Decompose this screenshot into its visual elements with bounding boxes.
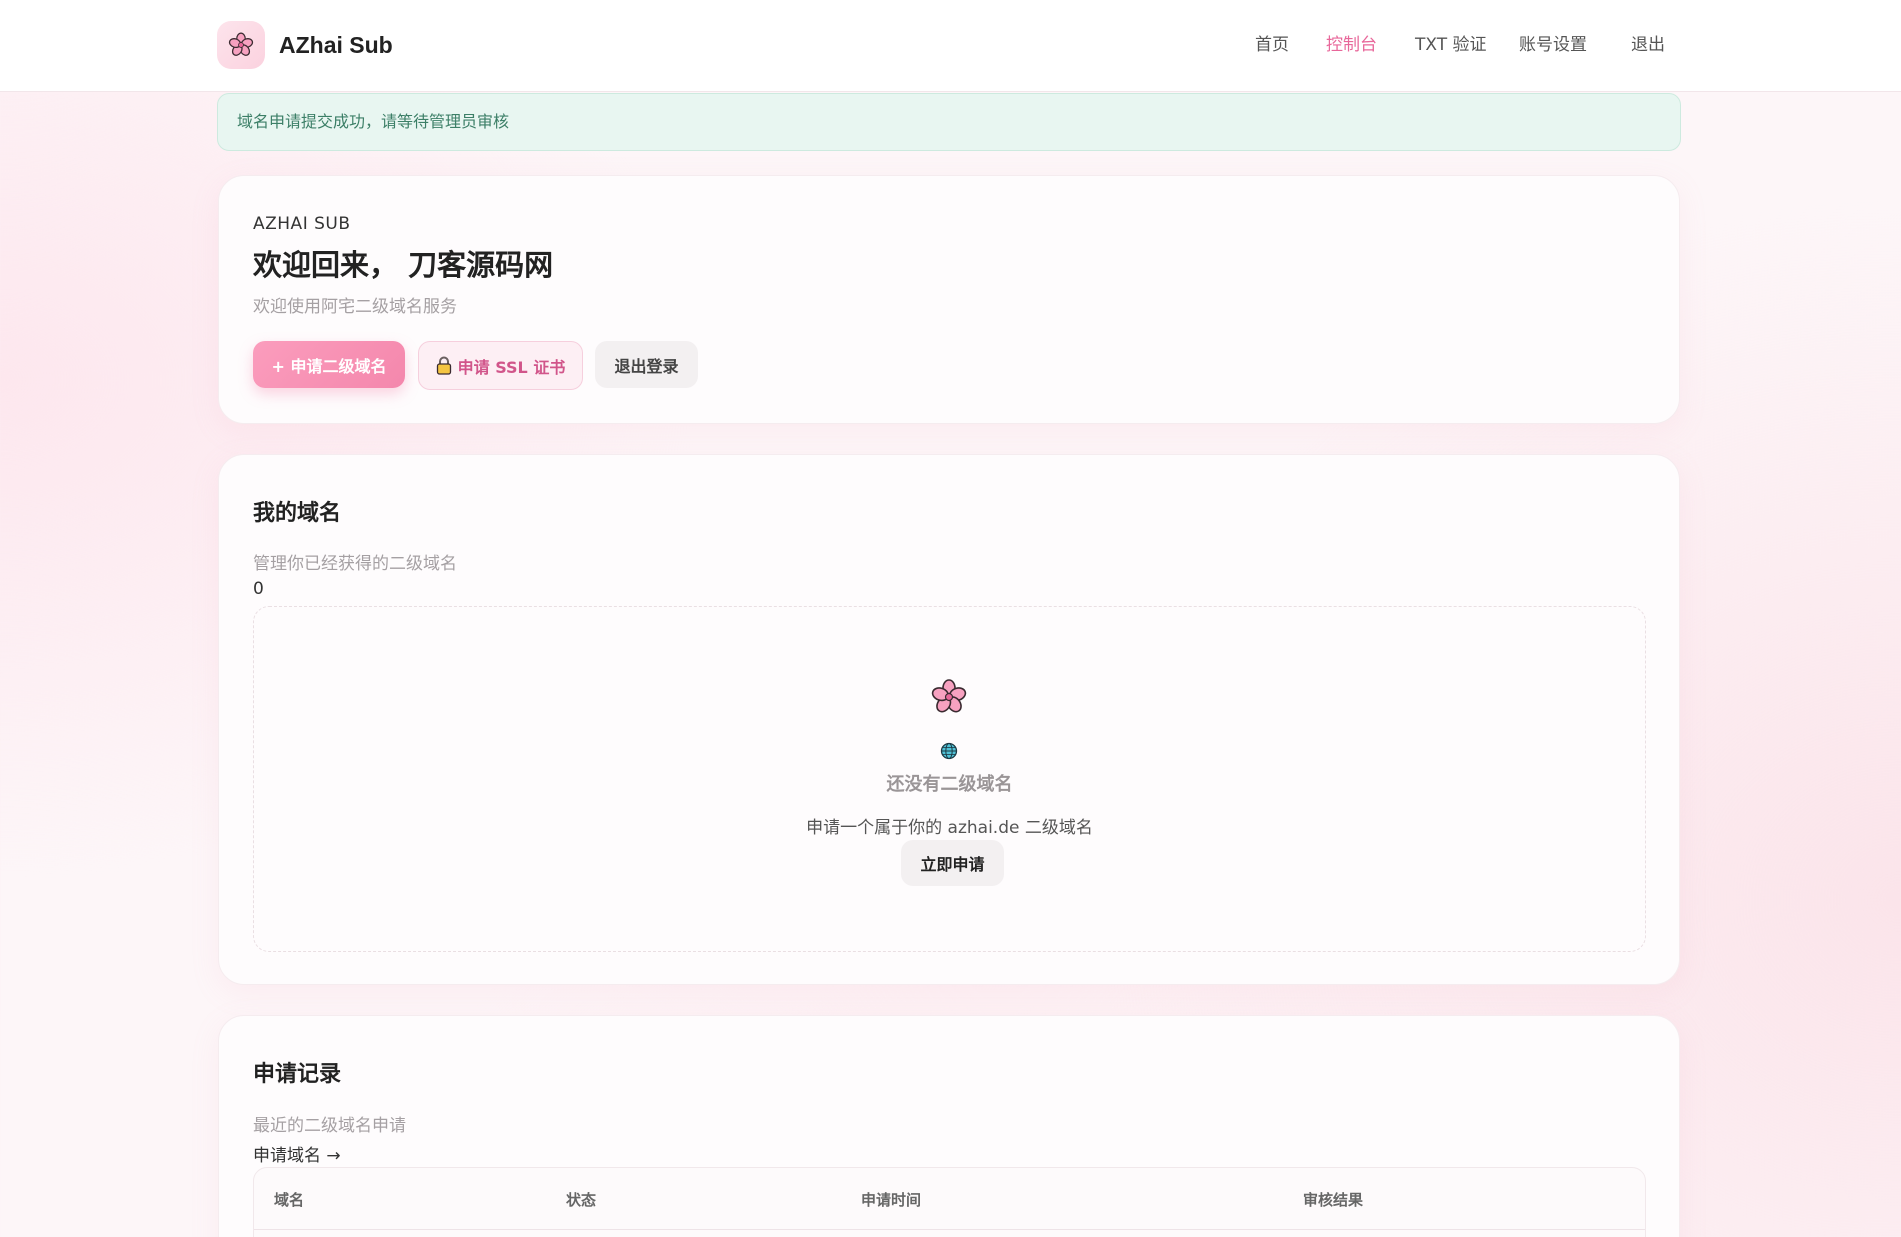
- column-header-time: 申请时间: [861, 1191, 922, 1209]
- logout-label: 退出登录: [614, 356, 679, 376]
- column-header-status: 状态: [566, 1191, 597, 1209]
- brand[interactable]: AZhai Sub: [217, 20, 393, 70]
- domain-count: 0: [253, 579, 264, 599]
- nav-dashboard[interactable]: 控制台: [1326, 30, 1377, 58]
- apply-ssl-label: 申请 SSL 证书: [457, 357, 566, 377]
- welcome-eyebrow: AZHAI SUB: [253, 214, 351, 234]
- my-domains-subtitle: 管理你已经获得的二级域名: [253, 554, 457, 574]
- logout-button[interactable]: 退出登录: [595, 341, 698, 388]
- apply-subdomain-button[interactable]: + 申请二级域名: [253, 341, 405, 388]
- nav-logout[interactable]: 退出: [1631, 30, 1665, 58]
- nav-home[interactable]: 首页: [1255, 30, 1289, 58]
- globe-icon: [940, 742, 958, 760]
- apply-now-label: 立即申请: [920, 855, 985, 874]
- records-subtitle: 最近的二级域名申请: [253, 1116, 406, 1136]
- apply-domain-link[interactable]: 申请域名 →: [253, 1141, 341, 1166]
- welcome-title: 欢迎回来， 刀客源码网: [253, 248, 554, 282]
- nav-account-settings[interactable]: 账号设置: [1519, 30, 1587, 58]
- empty-state: 还没有二级域名 申请一个属于你的 azhai.de 二级域名 立即申请: [253, 606, 1646, 952]
- welcome-card: AZHAI SUB 欢迎回来， 刀客源码网 欢迎使用阿宅二级域名服务 + 申请二…: [218, 175, 1680, 424]
- brand-logo: [217, 21, 265, 69]
- lock-icon: [436, 356, 451, 375]
- welcome-subtitle: 欢迎使用阿宅二级域名服务: [253, 297, 457, 317]
- success-alert: 域名申请提交成功，请等待管理员审核: [217, 93, 1681, 151]
- records-table: 域名 状态 申请时间 审核结果: [253, 1167, 1646, 1237]
- empty-description: 申请一个属于你的 azhai.de 二级域名: [806, 818, 1093, 838]
- table-header: 域名 状态 申请时间 审核结果: [254, 1168, 1645, 1230]
- records-card: 申请记录 最近的二级域名申请 申请域名 → 域名 状态 申请时间 审核结果: [218, 1015, 1680, 1237]
- column-header-domain: 域名: [274, 1191, 305, 1209]
- apply-ssl-button[interactable]: 申请 SSL 证书: [418, 341, 583, 390]
- column-header-result: 审核结果: [1303, 1191, 1364, 1209]
- apply-subdomain-label: + 申请二级域名: [271, 356, 387, 376]
- cherry-blossom-icon: [228, 32, 254, 56]
- empty-title: 还没有二级域名: [886, 774, 1013, 795]
- my-domains-card: 我的域名 管理你已经获得的二级域名 0 还没有二级域名 申请一个属于你的 azh…: [218, 454, 1680, 985]
- brand-name: AZhai Sub: [279, 31, 393, 58]
- cherry-blossom-icon: [931, 679, 967, 713]
- records-title: 申请记录: [253, 1062, 342, 1087]
- apply-now-button[interactable]: 立即申请: [901, 840, 1004, 886]
- my-domains-title: 我的域名: [253, 501, 342, 526]
- top-navbar: AZhai Sub 首页 控制台 TXT 验证 账号设置 退出: [0, 0, 1901, 92]
- nav-txt-verify[interactable]: TXT 验证: [1415, 30, 1487, 58]
